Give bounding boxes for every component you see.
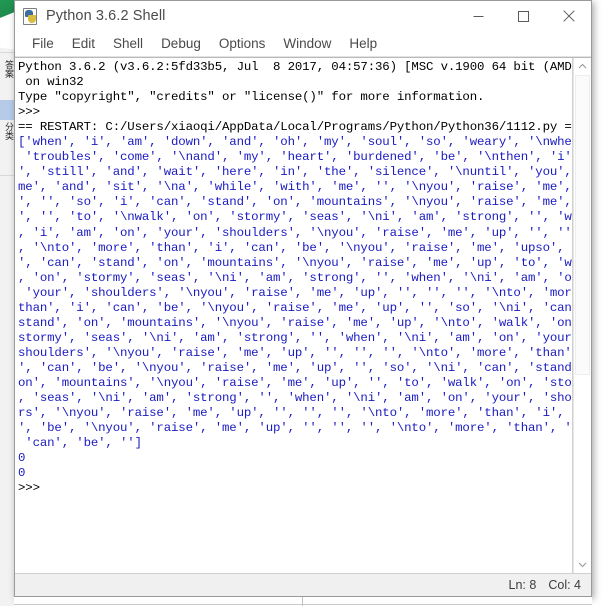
menu-item-debug[interactable]: Debug [152, 34, 210, 53]
menu-item-help[interactable]: Help [340, 34, 386, 53]
console-line: 'your', 'shoulders', '\nyou', 'raise', '… [18, 285, 573, 300]
console-line: ', 'be', '\nyou', 'raise', 'me', 'up', '… [18, 421, 573, 436]
desktop-right-gap [592, 0, 605, 606]
console-line: >>> [18, 105, 40, 120]
console-line: , 'on', 'stormy', 'seas', '\ni', 'am', '… [18, 270, 573, 285]
console-line: than', 'i', 'can', 'be', '\nyou', 'raise… [18, 300, 573, 315]
console-line: me', 'and', 'sit', '\na', 'while', 'with… [18, 180, 573, 195]
scroll-up-arrow-icon[interactable] [574, 58, 591, 75]
console-line: 'troubles', 'come', '\nand', 'my', 'hear… [18, 150, 573, 165]
console-line: on win32 [18, 75, 84, 90]
console-line: Type "copyright", "credits" or "license(… [18, 90, 485, 105]
python-shell-window: Python 3.6.2 Shell File Edit Shell Debug… [14, 0, 592, 597]
background-text-1: 答案 [3, 60, 13, 78]
shell-text-pane[interactable]: Python 3.6.2 (v3.6.2:5fd33b5, Jul 8 2017… [15, 58, 573, 573]
background-highlight [0, 100, 14, 120]
console-output[interactable]: Python 3.6.2 (v3.6.2:5fd33b5, Jul 8 2017… [18, 60, 572, 496]
desktop-background: 答案 分类 Python 3.6.2 Shell File Edit Shell… [0, 0, 605, 606]
console-line: ', 'can', 'stand', 'on', 'mountains', '\… [18, 255, 573, 270]
menu-item-file[interactable]: File [23, 34, 63, 53]
console-line: ['when', 'i', 'am', 'down', 'and', 'oh',… [18, 135, 573, 150]
background-window-sliver[interactable]: 答案 分类 [0, 0, 14, 606]
window-controls [456, 1, 591, 31]
background-text-2: 分类 [3, 122, 13, 140]
menu-item-window[interactable]: Window [274, 34, 340, 53]
console-line: stormy', 'seas', '\ni', 'am', 'strong', … [18, 330, 573, 345]
console-line: >>> [18, 481, 40, 496]
vertical-scrollbar[interactable] [573, 58, 591, 573]
console-line: 0 [18, 451, 26, 466]
console-line: ', 'can', 'be', '\nyou', 'raise', 'me', … [18, 360, 573, 375]
decorative-swoosh [0, 0, 14, 50]
python-file-icon [22, 7, 39, 25]
divider [0, 175, 14, 176]
scrollbar-thumb[interactable] [575, 75, 590, 375]
window-title: Python 3.6.2 Shell [46, 8, 166, 24]
console-line: stand', 'on', 'mountains', '\nyou', 'rai… [18, 315, 573, 330]
console-line: 'can', 'be', ''] [18, 436, 142, 451]
title-bar[interactable]: Python 3.6.2 Shell [15, 1, 591, 31]
shell-body: Python 3.6.2 (v3.6.2:5fd33b5, Jul 8 2017… [15, 57, 591, 573]
console-line: Python 3.6.2 (v3.6.2:5fd33b5, Jul 8 2017… [18, 60, 573, 74]
close-button[interactable] [546, 1, 591, 31]
scroll-down-arrow-icon[interactable] [574, 556, 591, 573]
console-line: == RESTART: C:/Users/xiaoqi/AppData/Loca… [18, 120, 573, 135]
console-line: ', '', 'to', '\nwalk', 'on', 'stormy', '… [18, 210, 573, 225]
console-line: on', 'mountains', '\nyou', 'raise', 'me'… [18, 375, 573, 390]
console-line: , 'seas', '\ni', 'am', 'strong', '', 'wh… [18, 391, 573, 406]
console-line: ', '', 'so', 'i', 'can', 'stand', 'on', … [18, 195, 573, 210]
minimize-button[interactable] [456, 1, 501, 31]
menu-item-options[interactable]: Options [210, 34, 275, 53]
status-bar: Ln: 8 Col: 4 [15, 573, 591, 596]
console-line: 0 [18, 466, 26, 481]
console-line: rs', '\nyou', 'raise', 'me', 'up', '', '… [18, 406, 573, 421]
menu-bar: File Edit Shell Debug Options Window Hel… [15, 31, 591, 57]
menu-item-edit[interactable]: Edit [63, 34, 104, 53]
window-bottom-edge [14, 597, 592, 606]
menu-item-shell[interactable]: Shell [104, 34, 152, 53]
status-column-number: Col: 4 [548, 578, 581, 592]
console-line: ', 'still', 'and', 'wait', 'here', 'in',… [18, 165, 573, 180]
maximize-button[interactable] [501, 1, 546, 31]
divider [0, 52, 14, 53]
console-line: , 'i', 'am', 'on', 'your', 'shoulders', … [18, 225, 573, 240]
console-line: shoulders', '\nyou', 'raise', 'me', 'up'… [18, 345, 573, 360]
console-line: , '\nto', 'more', 'than', 'i', 'can', 'b… [18, 240, 573, 255]
status-line-number: Ln: 8 [508, 578, 537, 592]
